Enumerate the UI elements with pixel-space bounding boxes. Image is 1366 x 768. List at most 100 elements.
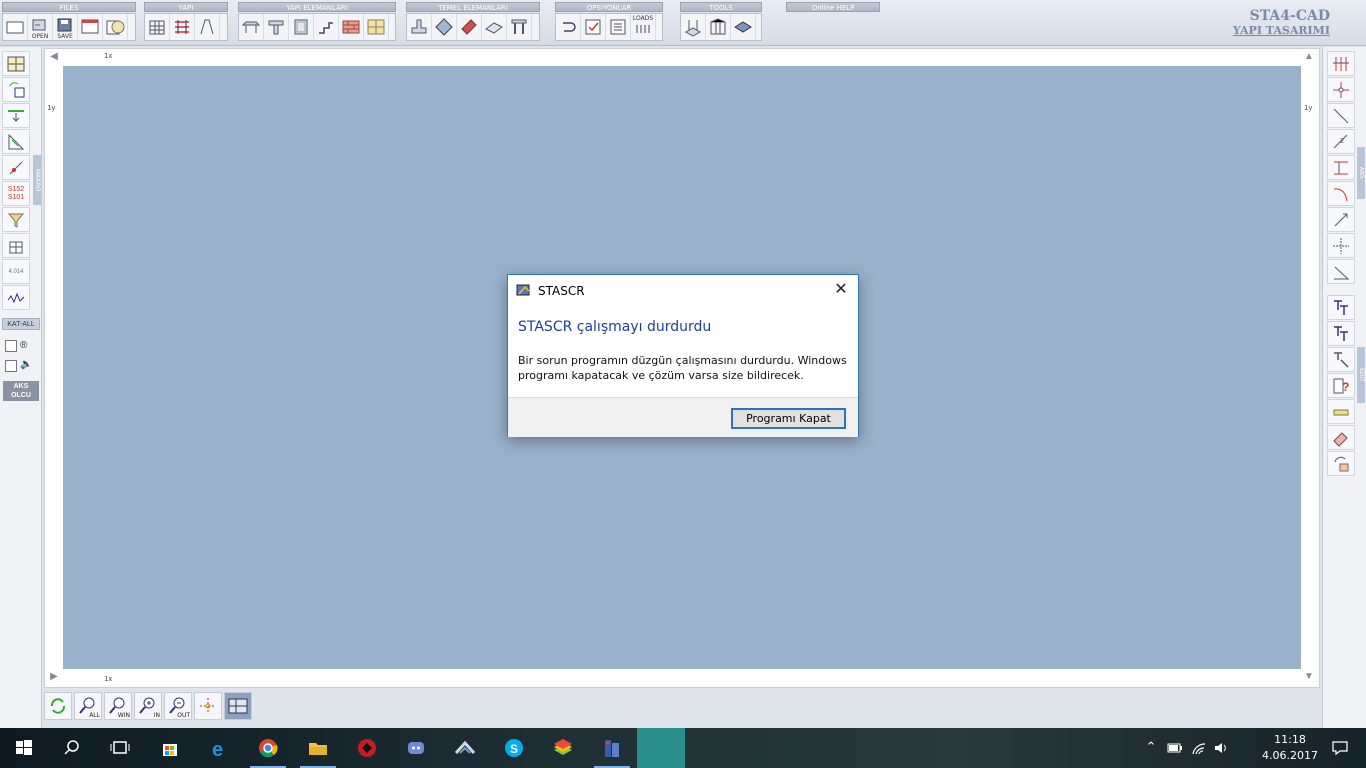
snap-grid-button[interactable] bbox=[194, 692, 222, 720]
delete-floor-button[interactable] bbox=[2, 233, 30, 258]
axis-curve-button[interactable] bbox=[1327, 181, 1355, 206]
mat-button[interactable] bbox=[432, 14, 457, 40]
taskbar-skype[interactable]: S bbox=[490, 728, 538, 768]
zoom-window-button[interactable]: WIN bbox=[104, 692, 132, 720]
edit-eraser-button[interactable] bbox=[1327, 425, 1355, 450]
footing-button[interactable] bbox=[407, 14, 432, 40]
export-button[interactable] bbox=[103, 14, 128, 40]
building-button[interactable] bbox=[145, 14, 170, 40]
edit-measure-button[interactable] bbox=[1327, 399, 1355, 424]
refresh-button[interactable] bbox=[44, 692, 72, 720]
tie-beam-icon bbox=[461, 19, 477, 35]
scroll-up-arrow[interactable]: ▲ bbox=[1303, 51, 1315, 63]
taskbar-bluestacks[interactable] bbox=[539, 728, 587, 768]
triangle-button[interactable] bbox=[2, 129, 30, 154]
axis-dimension-button[interactable]: 2 bbox=[1327, 129, 1355, 154]
app-brand: STA4-CAD YAPI TASARIMI bbox=[1233, 8, 1330, 37]
level-button[interactable] bbox=[2, 103, 30, 128]
taskbar-active-window[interactable] bbox=[637, 728, 685, 768]
copy-floor-button[interactable] bbox=[2, 77, 30, 102]
edit-query-button[interactable]: ? bbox=[1327, 373, 1355, 398]
axis-move-button[interactable] bbox=[1327, 207, 1355, 232]
zoom-out-button[interactable]: OUT bbox=[164, 692, 192, 720]
tool-frame-button[interactable] bbox=[706, 14, 731, 40]
edit-move-button[interactable] bbox=[1327, 321, 1355, 346]
floor-button[interactable] bbox=[170, 14, 195, 40]
measure-icon bbox=[1333, 409, 1349, 415]
open-button[interactable]: OPEN bbox=[28, 14, 53, 40]
check-button[interactable] bbox=[581, 14, 606, 40]
taskbar-game-app[interactable] bbox=[343, 728, 391, 768]
new-file-button[interactable] bbox=[3, 14, 28, 40]
system-clock[interactable]: 11:18 4.06.2017 bbox=[1260, 732, 1320, 764]
battery-icon[interactable] bbox=[1166, 739, 1184, 757]
slab-button[interactable] bbox=[289, 14, 314, 40]
undo-icon bbox=[563, 22, 576, 32]
edit-hammer-button[interactable] bbox=[1327, 347, 1355, 372]
undo-button[interactable] bbox=[556, 14, 581, 40]
axis-button[interactable] bbox=[2, 155, 30, 180]
stair-button[interactable] bbox=[314, 14, 339, 40]
axis-offset-button[interactable] bbox=[1327, 155, 1355, 180]
taskbar-file-explorer[interactable] bbox=[294, 728, 342, 768]
grid-value-button[interactable]: 4.014 bbox=[2, 259, 30, 284]
axis-angle-button[interactable] bbox=[1327, 259, 1355, 284]
axis-point-button[interactable] bbox=[1327, 77, 1355, 102]
notification-icon[interactable] bbox=[1331, 739, 1349, 757]
tool-book-button[interactable] bbox=[731, 14, 756, 40]
scroll-down-arrow[interactable]: ▼ bbox=[1303, 671, 1315, 683]
column-button[interactable] bbox=[264, 14, 289, 40]
axis-diagonal-button[interactable] bbox=[1327, 103, 1355, 128]
chevron-up-icon[interactable]: ⌃ bbox=[1142, 739, 1160, 757]
wifi-icon[interactable] bbox=[1190, 739, 1208, 757]
taskbar-chrome[interactable] bbox=[244, 728, 292, 768]
tie-beam-button[interactable] bbox=[457, 14, 482, 40]
plan-view-button[interactable] bbox=[2, 51, 30, 76]
zoom-all-button[interactable]: ALL bbox=[74, 692, 102, 720]
plan-view-toggle[interactable] bbox=[224, 692, 252, 720]
start-button[interactable] bbox=[0, 728, 48, 768]
mode-checkbox[interactable] bbox=[5, 340, 17, 352]
section-button[interactable] bbox=[195, 14, 220, 40]
delete-grid-icon bbox=[9, 241, 23, 253]
sound-checkbox[interactable] bbox=[5, 360, 17, 372]
beam-button[interactable] bbox=[239, 14, 264, 40]
wall-button[interactable] bbox=[339, 14, 364, 40]
taskbar-discord[interactable] bbox=[392, 728, 440, 768]
online-help-link[interactable]: Online HELP bbox=[786, 2, 880, 12]
brand-subtitle-link[interactable]: YAPI TASARIMI bbox=[1233, 24, 1330, 37]
taskbar-vpn-app[interactable] bbox=[441, 728, 489, 768]
aks-olcu-button[interactable]: AKS OLCU bbox=[3, 381, 39, 401]
axis-draw-button[interactable] bbox=[1327, 51, 1355, 76]
rotate-icon bbox=[1334, 456, 1349, 471]
pile-button[interactable] bbox=[507, 14, 532, 40]
panel-button[interactable] bbox=[364, 14, 389, 40]
raft-button[interactable] bbox=[482, 14, 507, 40]
scroll-right-arrow[interactable]: ▶ bbox=[48, 671, 60, 683]
tool-3d-button[interactable] bbox=[681, 14, 706, 40]
edit-copy-button[interactable] bbox=[1327, 295, 1355, 320]
dialog-heading: STASCR çalışmayı durdurdu bbox=[518, 319, 712, 335]
taskbar-sta4cad[interactable] bbox=[588, 728, 636, 768]
taskbar-store[interactable] bbox=[146, 728, 194, 768]
zoom-in-button[interactable]: IN bbox=[134, 692, 162, 720]
options-button[interactable] bbox=[606, 14, 631, 40]
kat-all-button[interactable]: KAT-ALL bbox=[2, 318, 40, 330]
task-view-button[interactable] bbox=[96, 728, 144, 768]
taskbar-edge[interactable]: e bbox=[196, 728, 244, 768]
renumber-to-label: S101 bbox=[7, 193, 25, 201]
volume-icon[interactable] bbox=[1212, 739, 1230, 757]
search-button[interactable] bbox=[48, 728, 96, 768]
filter-button[interactable] bbox=[2, 207, 30, 232]
edit-rotate-button[interactable] bbox=[1327, 451, 1355, 476]
print-button[interactable] bbox=[78, 14, 103, 40]
renumber-button[interactable]: S152 S101 bbox=[2, 181, 30, 206]
axis-cross-button[interactable] bbox=[1327, 233, 1355, 258]
close-icon[interactable]: ✕ bbox=[832, 281, 850, 299]
loads-button[interactable]: LOADS bbox=[631, 14, 656, 40]
close-program-button[interactable]: Programı Kapat bbox=[731, 408, 846, 429]
wave-button[interactable] bbox=[2, 285, 30, 310]
toolbar-group-temel-elemanlari: TEMEL ELEMANLARI bbox=[406, 0, 540, 44]
save-button[interactable]: SAVE bbox=[53, 14, 78, 40]
scroll-left-arrow[interactable]: ◀ bbox=[48, 51, 60, 63]
